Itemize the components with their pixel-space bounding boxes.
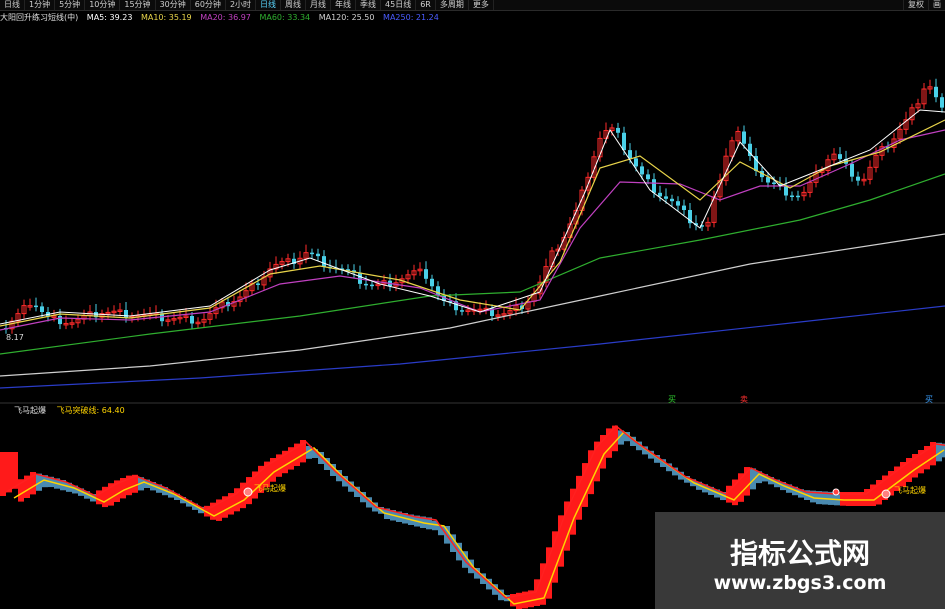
indicator-bar — [12, 452, 18, 489]
watermark-url: www.zbgs3.com — [713, 572, 887, 594]
moving-average-legend: 大阳回升练习短线(中) MA5: 39.23 MA10: 35.19 MA20:… — [0, 12, 945, 24]
period-tab[interactable]: 6R — [416, 0, 436, 10]
candle-body — [310, 252, 314, 255]
ma60-line — [0, 173, 945, 355]
candle-body — [424, 269, 428, 279]
toolbar-right: 复权画 — [903, 0, 945, 10]
indicator-marker-label-1: 飞马起爆 — [254, 484, 286, 493]
period-tab[interactable]: 1分钟 — [25, 0, 56, 10]
period-tab[interactable]: 年线 — [331, 0, 357, 10]
toolbar-button[interactable]: 复权 — [903, 0, 928, 10]
candle-body — [664, 196, 668, 199]
low-price-label: 8.17 — [6, 333, 24, 342]
period-tab[interactable]: 60分钟 — [191, 0, 226, 10]
candle-body — [256, 283, 260, 285]
toolbar-button[interactable]: 画 — [928, 0, 945, 10]
ma120-value: MA120: 25.50 — [318, 13, 375, 22]
candle-body — [40, 306, 44, 312]
period-tab[interactable]: 45日线 — [381, 0, 417, 10]
candle-body — [316, 253, 320, 257]
candle-body — [682, 205, 686, 210]
period-tab[interactable]: 月线 — [306, 0, 332, 10]
candle-body — [34, 305, 38, 308]
candle-body — [940, 97, 944, 108]
right-signal-label: 买 — [925, 395, 933, 404]
buy-signal-label: 买 — [668, 395, 676, 404]
stock-title: 大阳回升练习短线(中) — [0, 13, 79, 22]
candle-body — [460, 310, 464, 312]
candle-body — [364, 283, 368, 286]
sell-signal-label: 卖 — [740, 395, 748, 404]
indicator-marker-dot — [243, 487, 253, 497]
indicator-value: 飞马突破线: 64.40 — [56, 406, 125, 415]
candle-body — [850, 163, 854, 177]
candle-body — [430, 278, 434, 287]
period-tab[interactable]: 30分钟 — [156, 0, 191, 10]
candle-body — [190, 316, 194, 324]
ma20-value: MA20: 36.97 — [200, 13, 251, 22]
indicator-bar — [0, 452, 6, 496]
indicator-marker-label-2: 飞马起爆 — [894, 486, 926, 495]
candle-body — [658, 192, 662, 197]
candlestick-series — [4, 78, 944, 334]
indicator-marker-dot — [881, 489, 891, 499]
candle-body — [838, 154, 842, 159]
moving-average-lines — [0, 109, 945, 389]
period-tab[interactable]: 日线 — [0, 0, 25, 10]
period-tab[interactable]: 15分钟 — [120, 0, 156, 10]
period-tab[interactable]: 10分钟 — [85, 0, 121, 10]
ma5-value: MA5: 39.23 — [86, 13, 133, 22]
period-tab[interactable]: 季线 — [356, 0, 382, 10]
candle-body — [676, 201, 680, 206]
indicator-marker-dot — [832, 488, 840, 496]
ma10-value: MA10: 35.19 — [140, 13, 192, 22]
candle-body — [856, 176, 860, 181]
watermark-overlay: 指标公式网 www.zbgs3.com — [655, 512, 945, 609]
ma60-value: MA60: 33.34 — [259, 13, 311, 22]
candle-body — [370, 284, 374, 287]
ma10-line — [0, 119, 945, 327]
candle-body — [790, 195, 794, 197]
period-tab[interactable]: 多周期 — [436, 0, 469, 10]
period-tab[interactable]: 周线 — [281, 0, 307, 10]
period-tab[interactable]: 5分钟 — [55, 0, 86, 10]
period-toolbar: 日线 1分钟 5分钟 10分钟 15分钟 30分钟 60分钟 2小时 日线 周线 月线 年线 季线 45日… — [0, 0, 945, 11]
period-tab[interactable]: 2小时 — [226, 0, 257, 10]
period-tab[interactable]: 更多 — [469, 0, 494, 10]
indicator-bar — [6, 452, 12, 493]
period-tab[interactable]: 日线 — [256, 0, 282, 10]
candle-body — [652, 179, 656, 193]
ma5-line — [0, 109, 945, 325]
ma250-value: MA250: 21.24 — [383, 13, 439, 22]
candle-body — [124, 310, 128, 318]
ma120-line — [0, 233, 945, 377]
indicator-legend: 飞马起爆 飞马突破线: 64.40 — [0, 405, 600, 417]
candle-body — [934, 86, 938, 98]
candle-body — [58, 315, 62, 325]
indicator-name: 飞马起爆 — [14, 406, 46, 415]
ma20-line — [0, 129, 945, 331]
candle-body — [622, 132, 626, 151]
candle-body — [322, 256, 326, 267]
watermark-title: 指标公式网 — [729, 537, 870, 570]
candle-body — [742, 131, 746, 144]
candle-body — [616, 127, 620, 133]
candle-body — [670, 198, 674, 202]
candle-body — [646, 174, 650, 180]
candle-body — [640, 166, 644, 175]
candle-body — [796, 195, 800, 198]
candle-body — [634, 158, 638, 167]
candle-body — [772, 182, 776, 184]
